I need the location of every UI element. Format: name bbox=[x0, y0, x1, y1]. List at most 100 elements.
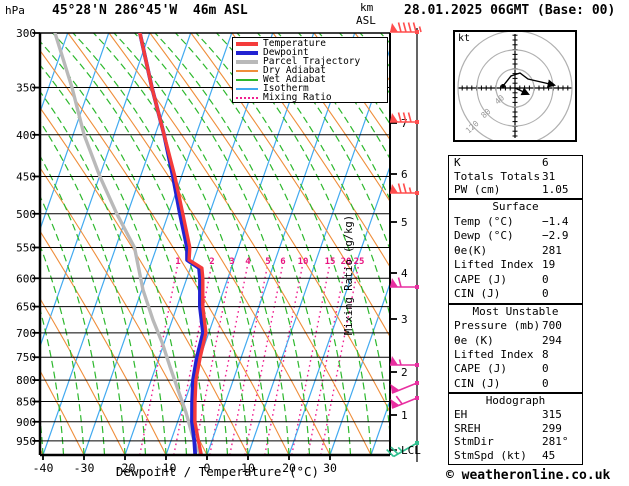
wind-barb-half bbox=[408, 187, 412, 194]
wind-barb-full bbox=[397, 22, 402, 33]
wind-barb bbox=[390, 356, 419, 367]
stat-value: 700 bbox=[542, 319, 562, 333]
stat-value: 0 bbox=[542, 362, 549, 376]
stat-value: 1.05 bbox=[542, 183, 569, 197]
pressure-tick-label: 750 bbox=[16, 351, 36, 364]
run-datetime: 28.01.2025 06GMT (Base: 00) bbox=[404, 3, 616, 18]
stat-label: CIN (J) bbox=[454, 376, 501, 390]
stat-label: CAPE (J) bbox=[454, 362, 507, 376]
pressure-tick-label: 350 bbox=[16, 82, 36, 95]
wet-adiabat-line bbox=[52, 33, 229, 455]
wind-barb-attach-dot bbox=[415, 396, 419, 400]
wind-barb-pennant bbox=[390, 184, 398, 193]
km-tick-label: 5 bbox=[401, 216, 408, 229]
wet-adiabat-line bbox=[40, 243, 85, 455]
stat-row: CAPE (J) 0 bbox=[449, 273, 582, 288]
stat-value: 0 bbox=[542, 272, 549, 286]
km-tick-label: 7 bbox=[401, 117, 408, 130]
km-tick-label: 3 bbox=[401, 313, 408, 326]
stat-value: 0 bbox=[542, 287, 549, 301]
pressure-tick-label: 400 bbox=[16, 129, 36, 142]
wind-barb bbox=[390, 183, 419, 195]
stat-label: StmSpd (kt) bbox=[454, 449, 527, 463]
km-tick-label: 4 bbox=[401, 267, 408, 280]
wind-barb-pennant bbox=[390, 356, 398, 365]
wind-barb-pennant bbox=[390, 399, 400, 409]
stat-value: 0 bbox=[542, 376, 549, 390]
wind-barb-attach-dot bbox=[415, 120, 419, 124]
legend-sample-dry-adiabat bbox=[236, 69, 258, 72]
panel-title: Surface bbox=[492, 200, 539, 213]
wind-barb-pennant bbox=[390, 278, 398, 287]
wind-barb-full bbox=[402, 183, 407, 194]
legend-item-temperature: Temperature bbox=[236, 39, 384, 48]
panel-surface: Surface Temp (°C) −1.4 Dewp (°C) −2.9 θe(K) 28… bbox=[448, 199, 583, 304]
isotherm-line bbox=[83, 33, 233, 455]
stat-value: 31 bbox=[542, 169, 556, 183]
legend-sample-isotherm bbox=[236, 87, 258, 90]
stat-label: CAPE (J) bbox=[454, 272, 507, 286]
wind-barb bbox=[390, 112, 419, 124]
wind-barb-pennant bbox=[390, 384, 400, 394]
stat-value: 315 bbox=[542, 407, 562, 421]
stat-label: CIN (J) bbox=[454, 287, 501, 301]
legend-sample-mixing-ratio bbox=[236, 96, 258, 99]
stat-row: Lifted Index 8 bbox=[449, 348, 582, 362]
stat-row: EH 315 bbox=[449, 408, 582, 422]
legend-item-wet-adiabat: Wet Adiabat bbox=[236, 75, 384, 84]
panel-hodograph: Hodograph EH 315 SREH 299 StmDir 281° StmSpd (k… bbox=[448, 393, 583, 465]
pressure-tick-label: 450 bbox=[16, 170, 36, 183]
copyright-credit: © weatheronline.co.uk bbox=[446, 468, 611, 483]
skewt-sounding-app: 1 2 3 4 5 6 10 15 20 25 300 350 400 450 500 550 600 650 7… bbox=[0, 0, 629, 486]
stat-row: Lifted Index 19 bbox=[449, 258, 582, 273]
pressure-tick-label: 500 bbox=[16, 208, 36, 221]
stat-label: K bbox=[454, 156, 461, 169]
wind-barb-attach-dot bbox=[415, 363, 419, 367]
stat-label: Pressure (mb) bbox=[454, 319, 541, 333]
legend-sample-temperature bbox=[236, 41, 258, 46]
wind-barb-pennant bbox=[390, 113, 398, 122]
dry-adiabat-line bbox=[40, 106, 249, 455]
wet-adiabat-line bbox=[40, 64, 188, 455]
km-tick-label: 1 bbox=[401, 409, 408, 422]
hodograph-plot: 4080120 bbox=[457, 30, 573, 146]
stat-value: 45 bbox=[542, 449, 556, 463]
km-tick-label: 6 bbox=[401, 168, 408, 181]
stat-row: CIN (J) 0 bbox=[449, 287, 582, 302]
pressure-tick-label: 850 bbox=[16, 396, 36, 409]
stat-row: StmDir 281° bbox=[449, 435, 582, 449]
stat-value: −1.4 bbox=[542, 214, 569, 228]
stat-row: SREH 299 bbox=[449, 422, 582, 436]
pressure-axis-unit: hPa bbox=[5, 4, 25, 17]
wind-barb-pennant bbox=[390, 23, 398, 32]
mixing-ratio-value-label: 15 bbox=[325, 257, 336, 267]
lcl-marker-label: LCL bbox=[401, 444, 421, 457]
stat-row: CIN (J) 0 bbox=[449, 377, 582, 391]
mixing-ratio-value-label: 1 bbox=[175, 257, 180, 267]
legend: Temperature Dewpoint Parcel Trajectory Dry … bbox=[232, 37, 388, 103]
pressure-tick-label: 700 bbox=[16, 327, 36, 340]
stat-value: 6 bbox=[542, 156, 549, 169]
hodograph-panel: kt 40 80 120 bbox=[453, 30, 577, 146]
wet-adiabat-line bbox=[72, 33, 249, 455]
pressure-tick-label: 900 bbox=[16, 416, 36, 429]
panel-title: Hodograph bbox=[485, 394, 546, 407]
stat-value: 299 bbox=[542, 421, 562, 435]
stat-row: StmSpd (kt) 45 bbox=[449, 449, 582, 463]
mixing-ratio-axis-label: Mixing Ratio (g/kg) bbox=[343, 215, 355, 335]
wind-barb-attach-dot bbox=[415, 285, 419, 289]
stat-row: θe (K) 294 bbox=[449, 334, 582, 348]
pressure-tick-label: 550 bbox=[16, 241, 36, 254]
panel-title: Most Unstable bbox=[472, 305, 559, 318]
wind-barb-full bbox=[395, 395, 403, 405]
stat-row: θe(K) 281 bbox=[449, 244, 582, 259]
pressure-tick-label: 800 bbox=[16, 374, 36, 387]
legend-sample-parcel-trajectory bbox=[236, 59, 258, 64]
hodograph-ring-label: 80 bbox=[479, 107, 492, 120]
wind-barb-attach-dot bbox=[415, 381, 419, 385]
temperature-axis-label: Dewpoint / Temperature (°C) bbox=[115, 464, 320, 479]
stat-label: Lifted Index bbox=[454, 258, 534, 272]
temp-tick-label: -40 bbox=[33, 461, 54, 475]
wind-barb-column bbox=[386, 22, 422, 462]
pressure-tick-label: 300 bbox=[16, 27, 36, 40]
